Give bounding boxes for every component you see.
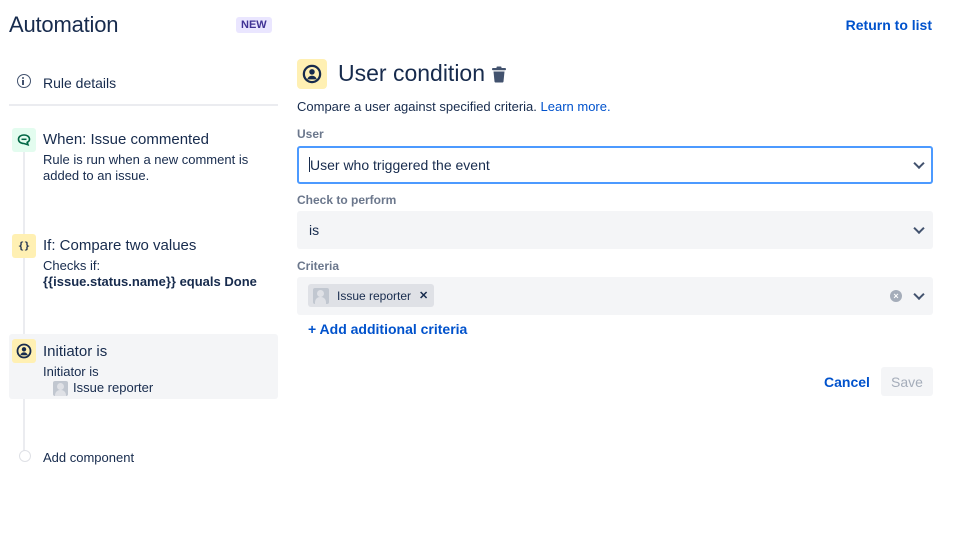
step-description-prefix: Checks if: bbox=[43, 258, 101, 273]
add-criteria-link[interactable]: + Add additional criteria bbox=[308, 321, 467, 337]
panel-title: User condition bbox=[338, 60, 486, 86]
add-component-button[interactable]: Add component bbox=[9, 448, 278, 468]
user-icon bbox=[12, 339, 36, 363]
step-title: If: Compare two values bbox=[43, 237, 197, 254]
sidebar-step-compare[interactable]: {} If: Compare two values Checks if: {{i… bbox=[9, 234, 278, 294]
step-description: Initiator is Issue reporter bbox=[43, 364, 273, 396]
criteria-chip: Issue reporter ✕ bbox=[308, 284, 435, 307]
cancel-button[interactable]: Cancel bbox=[816, 367, 878, 396]
criteria-chip-label: Issue reporter bbox=[337, 288, 412, 303]
user-field-label: User bbox=[297, 127, 324, 141]
braces-icon: {} bbox=[12, 234, 36, 258]
step-description-expression: {{issue.status.name}} equals Done bbox=[43, 274, 257, 289]
app-title: Automation bbox=[9, 12, 119, 37]
panel-description: Compare a user against specified criteri… bbox=[297, 99, 611, 114]
add-component-label: Add component bbox=[43, 450, 135, 465]
chevron-down-icon[interactable] bbox=[913, 288, 925, 301]
step-description: Rule is run when a new comment is added … bbox=[43, 152, 249, 183]
rule-details-label: Rule details bbox=[43, 75, 117, 91]
sidebar-step-initiator[interactable]: Initiator is Initiator is Issue reporter bbox=[9, 334, 278, 399]
info-icon bbox=[17, 74, 31, 88]
step-title: When: Issue commented bbox=[43, 131, 209, 148]
empty-circle-icon bbox=[19, 450, 31, 462]
trash-icon[interactable] bbox=[491, 66, 507, 83]
learn-more-link[interactable]: Learn more. bbox=[541, 99, 611, 114]
step-description: Checks if: {{issue.status.name}} equals … bbox=[43, 258, 273, 290]
chevron-down-icon[interactable] bbox=[913, 222, 925, 235]
comment-icon bbox=[12, 128, 36, 152]
step-description-text: Initiator is bbox=[43, 364, 99, 379]
check-select[interactable]: is bbox=[297, 211, 933, 249]
user-select[interactable]: User who triggered the event bbox=[297, 146, 933, 184]
step-value: Issue reporter bbox=[43, 380, 273, 396]
new-badge: NEW bbox=[236, 17, 272, 33]
return-to-list-link[interactable]: Return to list bbox=[846, 17, 932, 33]
criteria-select[interactable]: Issue reporter ✕ × bbox=[297, 277, 933, 315]
clear-icon[interactable]: × bbox=[890, 290, 902, 302]
user-select-value: User who triggered the event bbox=[310, 157, 490, 173]
step-value-label: Issue reporter bbox=[73, 380, 154, 395]
remove-chip-icon[interactable]: ✕ bbox=[419, 289, 428, 302]
step-title: Initiator is bbox=[43, 343, 108, 360]
chevron-down-icon[interactable] bbox=[913, 157, 925, 170]
avatar-placeholder-icon bbox=[313, 287, 329, 304]
user-icon bbox=[297, 59, 327, 89]
check-field-label: Check to perform bbox=[297, 193, 397, 207]
sidebar-item-rule-details[interactable]: Rule details bbox=[9, 70, 278, 106]
panel-description-text: Compare a user against specified criteri… bbox=[297, 99, 537, 114]
user-select-value-wrap: User who triggered the event bbox=[309, 157, 490, 173]
criteria-field-label: Criteria bbox=[297, 259, 340, 273]
avatar-placeholder-icon bbox=[53, 380, 68, 396]
save-button[interactable]: Save bbox=[881, 367, 933, 396]
check-select-value: is bbox=[309, 222, 320, 238]
sidebar-step-trigger[interactable]: When: Issue commented Rule is run when a… bbox=[9, 128, 278, 188]
